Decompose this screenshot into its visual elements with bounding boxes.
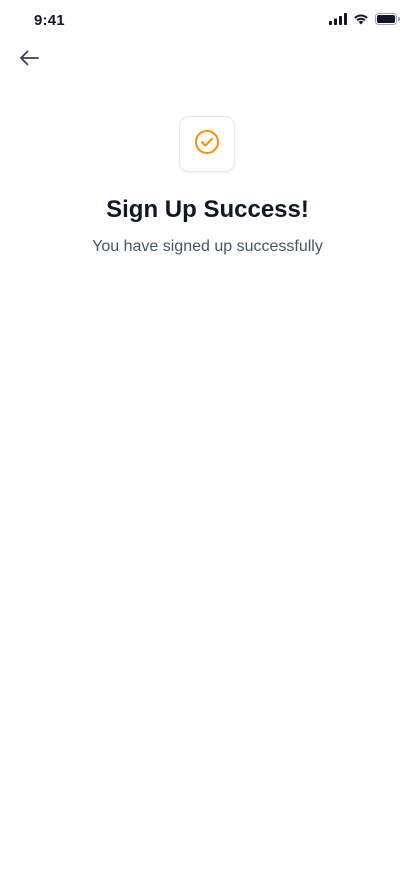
cellular-signal-icon: [329, 13, 347, 25]
status-icons: [329, 13, 400, 25]
arrow-left-icon: [18, 49, 40, 72]
page-subtitle: You have signed up successfully: [92, 238, 323, 255]
success-icon-container: [179, 116, 235, 172]
back-button[interactable]: [16, 48, 42, 72]
battery-icon: [375, 13, 400, 25]
check-circle-icon: [193, 128, 221, 161]
status-time: 9:41: [34, 12, 65, 29]
status-bar: 9:41: [0, 0, 415, 44]
page-title: Sign Up Success!: [106, 196, 309, 223]
wifi-icon: [353, 13, 369, 25]
